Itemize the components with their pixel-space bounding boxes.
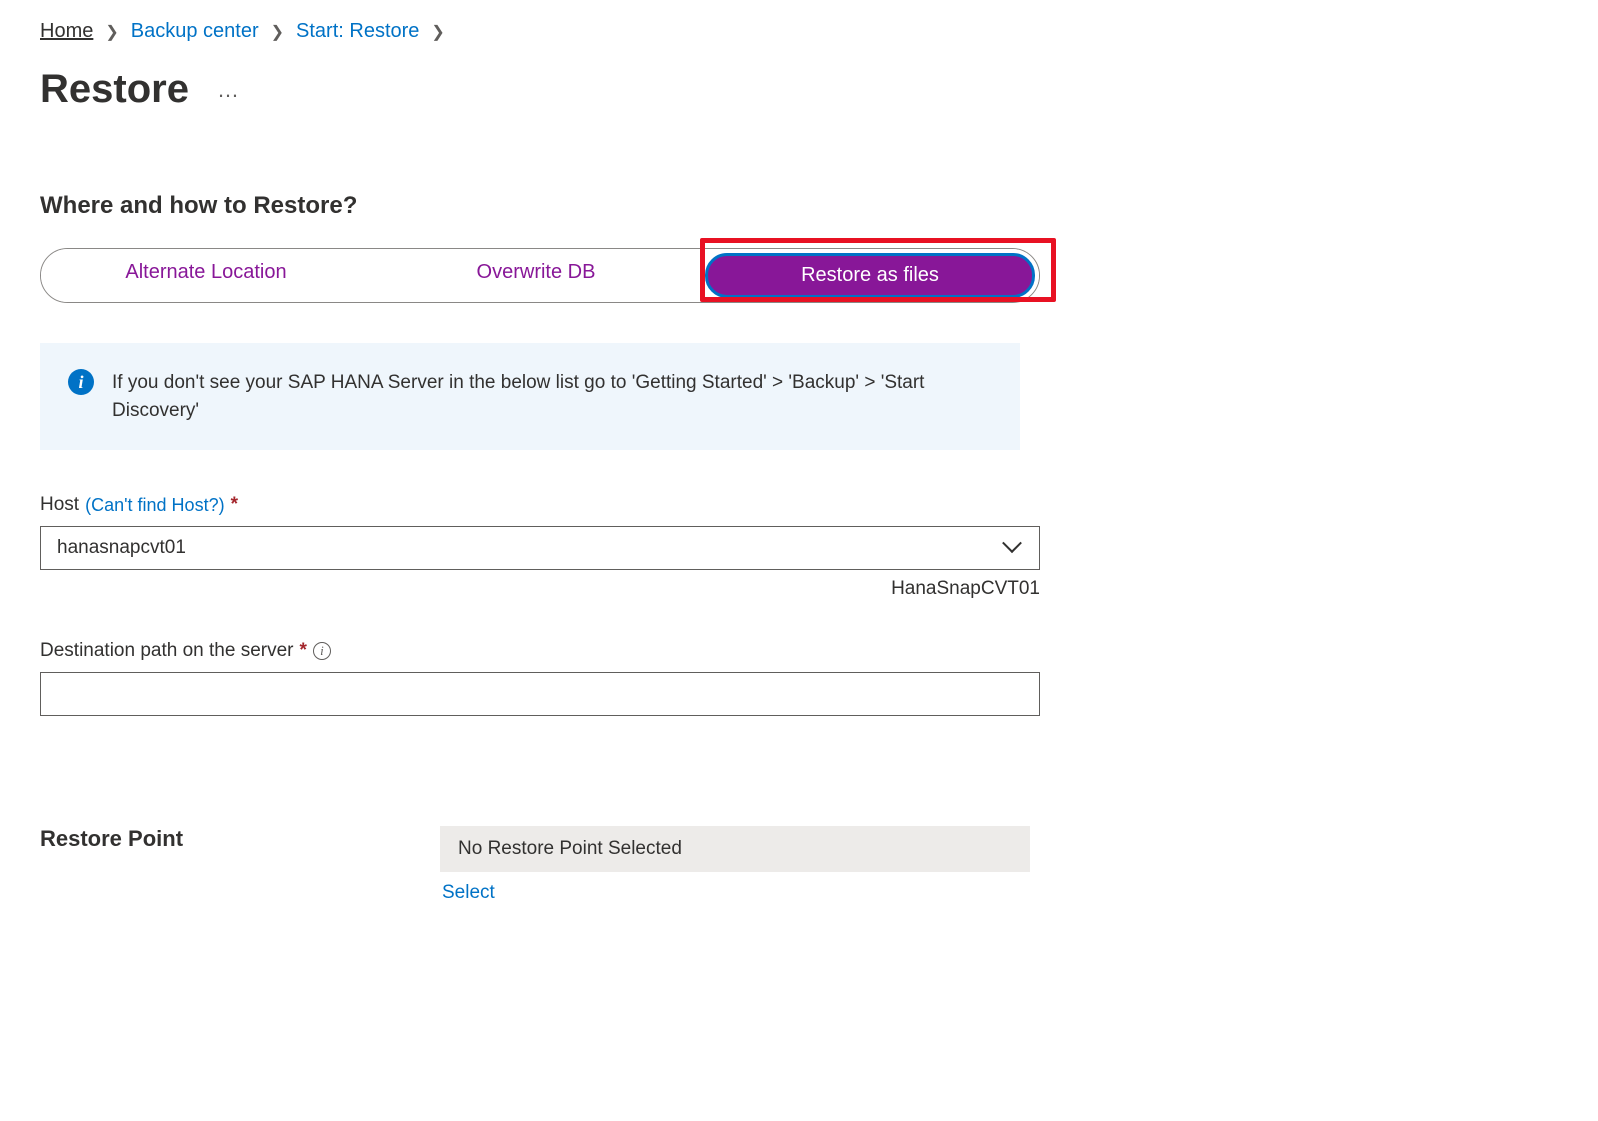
required-indicator: * bbox=[300, 640, 307, 662]
page-title: Restore bbox=[40, 67, 189, 112]
tab-alternate-location[interactable]: Alternate Location bbox=[41, 249, 371, 302]
destination-label: Destination path on the server * i bbox=[40, 640, 1558, 662]
breadcrumb-backup-center[interactable]: Backup center bbox=[131, 20, 259, 43]
page-title-row: Restore … bbox=[40, 67, 1558, 112]
restore-point-value: No Restore Point Selected bbox=[440, 826, 1030, 872]
restore-point-row: Restore Point No Restore Point Selected … bbox=[40, 826, 1558, 904]
destination-path-input[interactable] bbox=[40, 672, 1040, 716]
destination-label-text: Destination path on the server bbox=[40, 640, 294, 662]
host-select[interactable]: hanasnapcvt01 bbox=[40, 526, 1040, 570]
host-label: Host (Can't find Host?) * bbox=[40, 494, 1558, 516]
tab-overwrite-db[interactable]: Overwrite DB bbox=[371, 249, 701, 302]
restore-point-value-col: No Restore Point Selected Select bbox=[440, 826, 1558, 904]
restore-mode-tabs-wrapper: Alternate Location Overwrite DB Restore … bbox=[40, 248, 1558, 303]
info-text: If you don't see your SAP HANA Server in… bbox=[112, 369, 992, 424]
host-label-text: Host bbox=[40, 494, 79, 516]
cant-find-host-link[interactable]: (Can't find Host?) bbox=[85, 495, 225, 516]
chevron-right-icon: ❯ bbox=[271, 22, 284, 42]
destination-field-group: Destination path on the server * i bbox=[40, 640, 1558, 716]
restore-point-select-link[interactable]: Select bbox=[440, 882, 1558, 904]
restore-mode-tabs: Alternate Location Overwrite DB Restore … bbox=[40, 248, 1040, 303]
info-icon: i bbox=[68, 369, 94, 395]
info-box: i If you don't see your SAP HANA Server … bbox=[40, 343, 1020, 450]
chevron-right-icon: ❯ bbox=[431, 22, 444, 42]
info-help-icon[interactable]: i bbox=[313, 642, 331, 660]
host-helper-text: HanaSnapCVT01 bbox=[40, 578, 1040, 600]
required-indicator: * bbox=[231, 494, 238, 516]
breadcrumb-start-restore[interactable]: Start: Restore bbox=[296, 20, 419, 43]
breadcrumb: Home ❯ Backup center ❯ Start: Restore ❯ bbox=[40, 20, 1558, 43]
tab-restore-as-files[interactable]: Restore as files bbox=[701, 249, 1039, 302]
host-field-group: Host (Can't find Host?) * hanasnapcvt01 … bbox=[40, 494, 1558, 600]
section-heading: Where and how to Restore? bbox=[40, 192, 1558, 220]
restore-point-label: Restore Point bbox=[40, 826, 360, 852]
chevron-down-icon bbox=[1005, 539, 1023, 557]
more-actions-icon[interactable]: … bbox=[217, 77, 242, 103]
host-select-value: hanasnapcvt01 bbox=[57, 537, 186, 559]
breadcrumb-home[interactable]: Home bbox=[40, 20, 93, 43]
tab-restore-as-files-label: Restore as files bbox=[705, 253, 1035, 298]
chevron-right-icon: ❯ bbox=[105, 22, 118, 42]
